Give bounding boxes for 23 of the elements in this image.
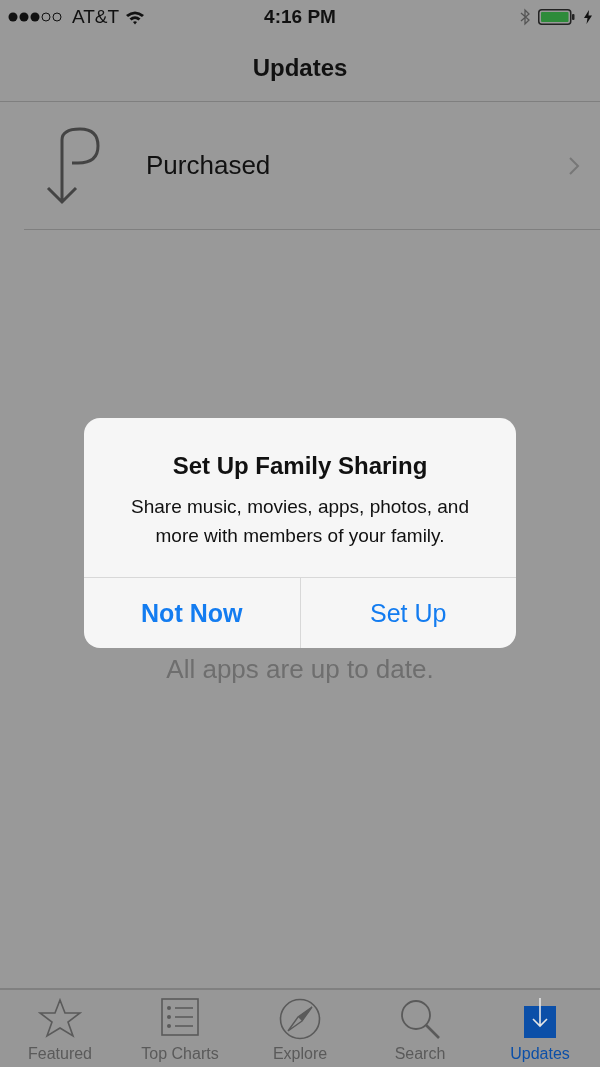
charging-icon xyxy=(584,10,592,24)
tab[interactable]: Updates xyxy=(480,990,600,1067)
tab[interactable]: Explore xyxy=(240,990,360,1067)
not-now-button[interactable]: Not Now xyxy=(84,578,300,648)
wifi-icon xyxy=(125,9,146,25)
star-icon xyxy=(38,998,82,1038)
alert-message: Share music, movies, apps, photos, and more with members of your family. xyxy=(130,495,470,548)
battery-icon xyxy=(538,9,576,25)
tab[interactable]: Top Charts xyxy=(120,990,240,1067)
chevron-icon xyxy=(568,155,580,176)
compass-icon xyxy=(279,998,321,1040)
download-icon xyxy=(524,998,556,1038)
carrier-name: AT&T xyxy=(72,6,120,28)
tab[interactable]: Featured xyxy=(0,990,120,1067)
search-icon xyxy=(399,998,441,1040)
page-title: Updates xyxy=(252,53,348,82)
purchased-row[interactable]: Purchased xyxy=(24,102,600,230)
list-icon xyxy=(161,998,199,1036)
alert-title: Set Up Family Sharing xyxy=(172,452,428,480)
clock-time: 4:16 PM xyxy=(264,6,336,28)
bluetooth-icon xyxy=(520,8,530,26)
tab[interactable]: Search xyxy=(360,990,480,1067)
set-up-button[interactable]: Set Up xyxy=(299,578,516,648)
